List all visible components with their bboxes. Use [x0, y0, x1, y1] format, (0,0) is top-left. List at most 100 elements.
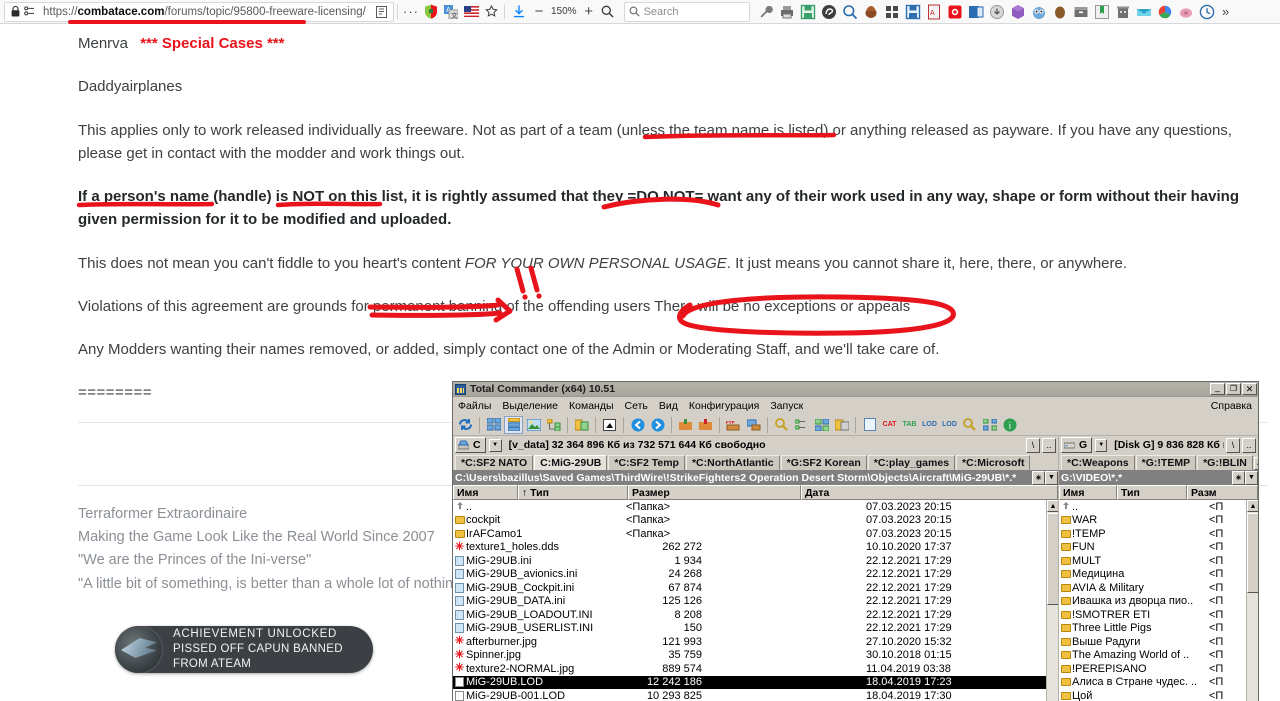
tc-titlebar[interactable]: Total Commander (x64) 10.51 _ ❐ ✕ [453, 382, 1258, 397]
right-path-dropdown-icon[interactable]: ▼ [1245, 470, 1258, 485]
menu-commands[interactable]: Команды [569, 400, 614, 412]
search-extension-icon[interactable] [842, 4, 858, 20]
file-row[interactable]: The Amazing World of .. <П [1059, 649, 1258, 663]
overflow-menu-icon[interactable]: ··· [401, 4, 421, 19]
left-drive-selector[interactable]: C [455, 437, 486, 453]
close-button[interactable]: ✕ [1242, 383, 1257, 395]
file-row[interactable]: MiG-29UB_avionics.ini 24 268 22.12.2021 17… [453, 568, 1058, 582]
left-tab-5[interactable]: *C:play_games [867, 455, 956, 470]
bookmark-green-icon[interactable] [1094, 4, 1110, 20]
file-row[interactable]: Алиса в Стране чудес. .. <П [1059, 676, 1258, 690]
file-row[interactable]: FUN <П [1059, 541, 1258, 555]
file-row[interactable]: ✳ texture1_holes.dds 262 272 10.10.2020 17:… [453, 541, 1058, 555]
right-drive-selector[interactable]: G [1061, 437, 1093, 453]
right-tab-2[interactable]: *G:!BLIN [1197, 455, 1253, 470]
left-tab-0[interactable]: *C:SF2 NATO [455, 455, 534, 470]
file-row[interactable]: MiG-29UB_LOADOUT.INI 8 208 22.12.2021 17:2… [453, 608, 1058, 622]
sync-dirs-icon[interactable] [812, 416, 831, 434]
file-row[interactable]: ✳ texture2-NORMAL.jpg 889 574 11.04.2019 03… [453, 662, 1058, 676]
left-root-button[interactable]: \ [1026, 437, 1040, 453]
file-row[interactable]: !SMOTRER ETI <П [1059, 608, 1258, 622]
full-view-icon[interactable] [504, 415, 523, 434]
left-up-button[interactable]: .. [1042, 437, 1056, 453]
multi-rename-icon[interactable] [792, 416, 811, 434]
left-vertical-scrollbar[interactable]: ▲▼ [1046, 500, 1058, 701]
maximize-button[interactable]: ❐ [1226, 383, 1241, 395]
file-row[interactable]: !PEREPISANO <П [1059, 662, 1258, 676]
refresh-icon[interactable] [456, 416, 475, 434]
us-flag-icon[interactable] [461, 6, 481, 17]
right-file-list[interactable]: .. <П WAR <П !TEMP <П FUN <П MULT <П Медицина <П AVI… [1059, 500, 1258, 701]
find-icon[interactable] [598, 5, 618, 18]
forward-arrow-icon[interactable] [648, 416, 667, 434]
file-row[interactable]: Цой <П [1059, 689, 1258, 701]
file-row[interactable]: MiG-29UB_DATA.ini 125 126 22.12.2021 17:29 [453, 595, 1058, 609]
right-col-name[interactable]: Имя [1059, 485, 1117, 500]
left-drive-bar[interactable]: C ▼ [v_data] 32 364 896 Кб из 732 571 64… [453, 436, 1058, 454]
tampermonkey-icon[interactable] [821, 4, 837, 20]
left-col-size[interactable]: Размер [628, 485, 801, 500]
left-col-type[interactable]: ↑ Тип [518, 485, 628, 500]
cat-label-icon[interactable]: CAT [880, 416, 899, 434]
right-drive-bar[interactable]: G ▼ [Disk G] 9 836 828 Кб из \ .. [1059, 436, 1258, 454]
left-tabstrip[interactable]: *C:SF2 NATO C:MiG-29UB *C:SF2 Temp *C:No… [453, 454, 1058, 470]
file-row[interactable]: MiG-29UB.ini 1 934 22.12.2021 17:29 [453, 554, 1058, 568]
right-tabstrip[interactable]: *C:Weapons *G:!TEMP *G:!BLIN ◀ ▶ [1059, 454, 1258, 470]
right-root-button[interactable]: \ [1226, 437, 1240, 453]
quick-view-icon[interactable] [600, 416, 619, 434]
left-tab-3[interactable]: *C:NorthAtlantic [685, 455, 780, 470]
site-permissions-icon[interactable] [22, 6, 37, 17]
magnifier-icon[interactable] [960, 416, 979, 434]
zoom-out-icon[interactable]: − [530, 3, 548, 20]
right-path-history-icon[interactable]: ✳ [1232, 470, 1245, 485]
purple-box-extension-icon[interactable] [1010, 4, 1026, 20]
left-pane[interactable]: C ▼ [v_data] 32 364 896 Кб из 732 571 64… [453, 436, 1059, 701]
left-path-bar[interactable]: C:\Users\bazillus\Saved Games\ThirdWire\… [453, 470, 1058, 485]
clock-extension-icon[interactable] [1199, 4, 1215, 20]
lod-label-icon-1[interactable]: LOD [920, 416, 939, 434]
wrench-extension-icon[interactable] [758, 4, 774, 20]
file-row[interactable]: Выше Радуги <П [1059, 635, 1258, 649]
left-file-list[interactable]: .. <Папка> 07.03.2023 20:15 cockpit <Папка> 0… [453, 500, 1058, 701]
left-col-date[interactable]: Дата [801, 485, 1058, 500]
right-tab-scroll-left[interactable]: ◀ [1253, 457, 1258, 470]
left-path-history-icon[interactable]: ✳ [1032, 470, 1045, 485]
file-row[interactable]: ✳ Spinner.jpg 35 759 30.10.2018 01:15 [453, 649, 1058, 663]
right-col-type[interactable]: Тип [1117, 485, 1187, 500]
file-row[interactable]: IrAFCamo1 <Папка> 07.03.2023 20:15 [453, 527, 1058, 541]
chevron-double-right-icon[interactable]: » [1218, 4, 1234, 19]
info-icon[interactable]: i [1000, 416, 1019, 434]
right-tab-1[interactable]: *G:!TEMP [1135, 455, 1197, 470]
search-input[interactable]: Search [623, 1, 750, 22]
scroll-up-arrow-icon[interactable]: ▲ [1047, 500, 1058, 512]
file-row[interactable]: cockpit <Папка> 07.03.2023 20:15 [453, 514, 1058, 528]
onenote-extension-icon[interactable] [968, 4, 984, 20]
translate-extension-icon[interactable]: A文 [441, 4, 461, 19]
pack-files-icon[interactable] [676, 416, 695, 434]
lod-label-icon-2[interactable]: LOD [940, 416, 959, 434]
left-drive-dropdown-arrow[interactable]: ▼ [488, 438, 502, 452]
right-pane[interactable]: G ▼ [Disk G] 9 836 828 Кб из \ .. *C:Wea… [1059, 436, 1258, 701]
menu-configuration[interactable]: Конфигурация [689, 400, 759, 412]
ftp-connect-icon[interactable]: FTP [724, 416, 743, 434]
menu-start[interactable]: Запуск [770, 400, 803, 412]
archive-box-icon[interactable] [1073, 4, 1089, 20]
left-tab-4[interactable]: *G:SF2 Korean [780, 455, 867, 470]
menu-help[interactable]: Справка [1211, 400, 1252, 412]
tree-view-icon[interactable] [544, 416, 563, 434]
file-row[interactable]: MiG-29UB-001.LOD 10 293 825 18.04.2019 17:… [453, 689, 1058, 701]
mail-extension-icon[interactable] [1136, 4, 1152, 20]
save-page-icon[interactable] [800, 4, 816, 20]
download-helper-icon[interactable] [989, 4, 1005, 20]
scroll-thumb[interactable] [1047, 513, 1058, 605]
unpack-files-icon[interactable] [696, 416, 715, 434]
notepad-icon[interactable] [860, 416, 879, 434]
left-column-headers[interactable]: Имя ↑ Тип Размер Дата [453, 485, 1058, 500]
file-row[interactable]: Медицина <П [1059, 568, 1258, 582]
url-text[interactable]: https://combatace.com/forums/topic/95800… [43, 6, 372, 18]
thumbnail-view-icon[interactable] [524, 416, 543, 434]
scroll-up-arrow-icon[interactable]: ▲ [1247, 500, 1258, 512]
tc-toolbar[interactable]: FTP CAT TAB LOD LOD i [453, 414, 1258, 436]
file-row[interactable]: Three Little Pigs <П [1059, 622, 1258, 636]
menu-network[interactable]: Сеть [625, 400, 648, 412]
